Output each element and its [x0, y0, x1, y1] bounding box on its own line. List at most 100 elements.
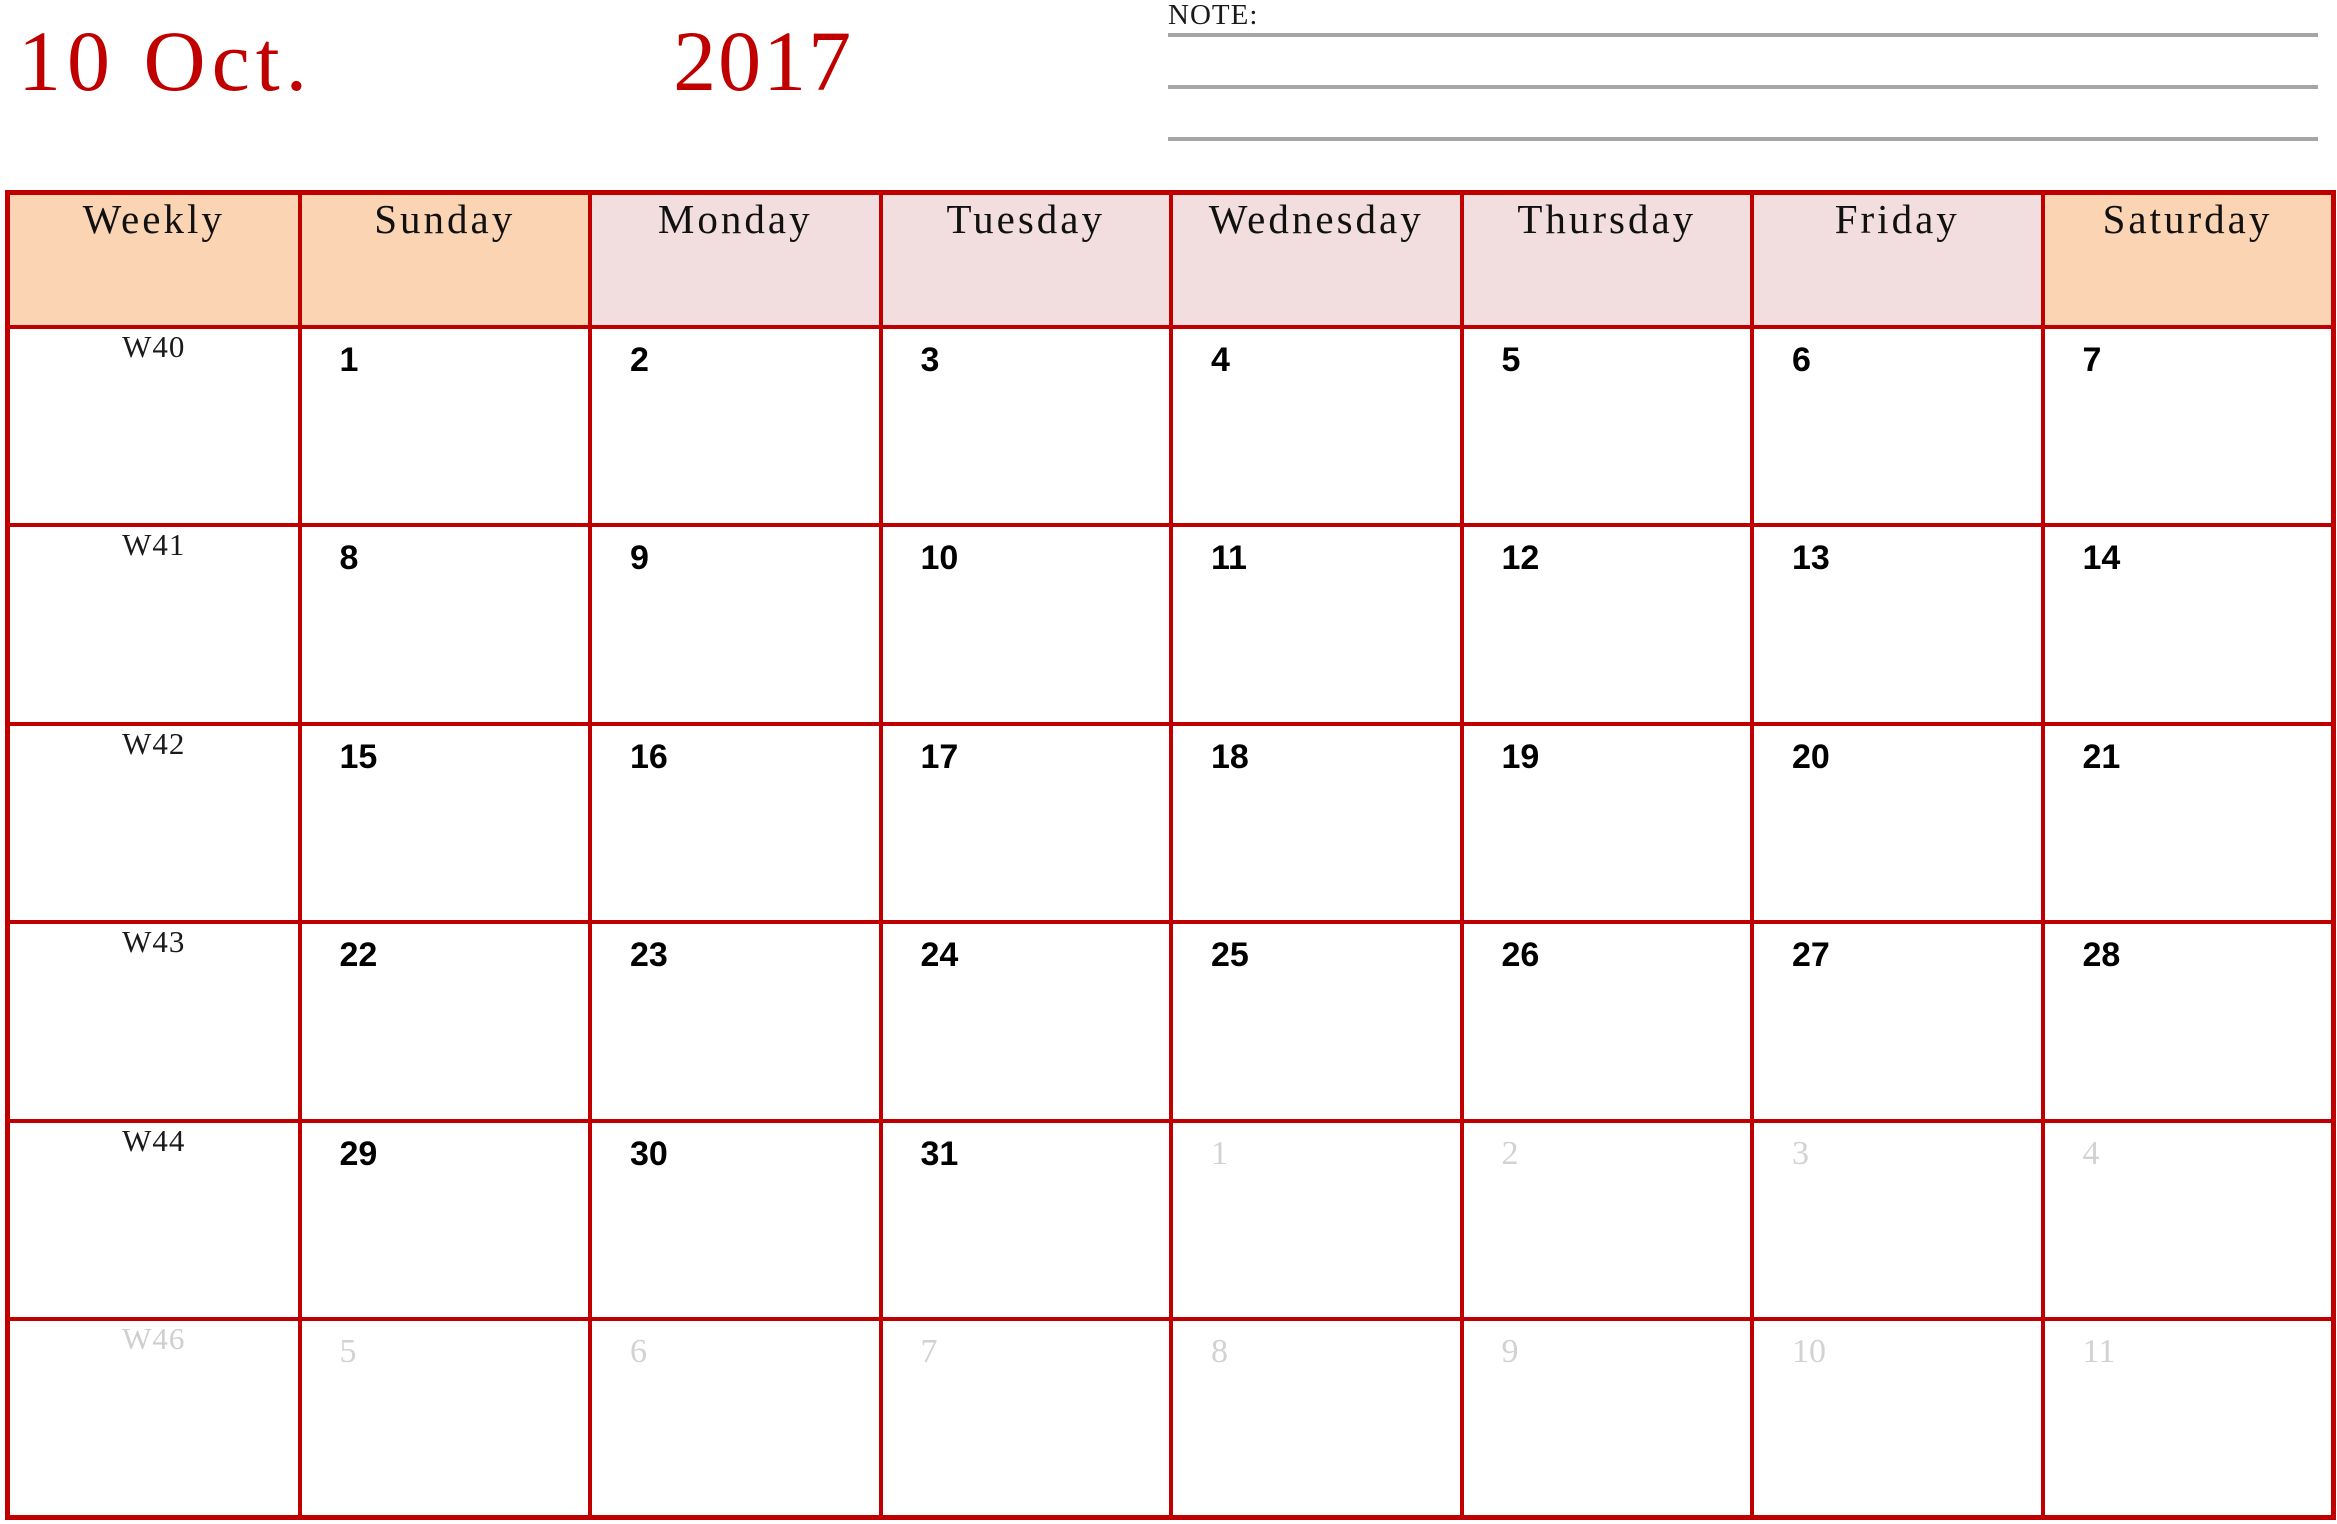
day-cell[interactable]: 23	[588, 920, 883, 1123]
week-number-cell: W41	[5, 523, 302, 726]
calendar-week-row: W42 15 16 17 18 19 20 21	[5, 721, 2335, 925]
day-number: 6	[1792, 341, 1811, 379]
day-cell[interactable]: 29	[297, 1118, 592, 1322]
day-cell[interactable]: 6	[1750, 324, 2045, 528]
day-number: 11	[1211, 539, 1247, 578]
day-cell[interactable]: 1	[297, 324, 592, 528]
day-cell[interactable]: 1	[1169, 1118, 1464, 1322]
day-number: 30	[630, 1134, 668, 1173]
day-cell[interactable]: 28	[2040, 920, 2335, 1123]
day-cell[interactable]: 7	[2040, 324, 2335, 528]
column-header-saturday: Saturday	[2040, 190, 2335, 329]
day-cell[interactable]: 27	[1750, 920, 2045, 1123]
day-number: 7	[920, 1333, 938, 1371]
day-cell[interactable]: 8	[1169, 1317, 1464, 1520]
day-number: 1	[339, 341, 359, 379]
day-cell[interactable]: 10	[878, 523, 1173, 726]
day-cell[interactable]: 10	[1750, 1317, 2045, 1520]
day-cell[interactable]: 3	[1750, 1118, 2045, 1322]
day-cell[interactable]: 26	[1459, 920, 1754, 1123]
column-header-monday: Monday	[588, 190, 883, 329]
note-rule-line[interactable]	[1168, 85, 2318, 89]
day-cell[interactable]: 13	[1750, 523, 2045, 726]
column-header-wednesday: Wednesday	[1169, 190, 1464, 329]
day-number: 4	[2082, 1134, 2100, 1172]
day-cell[interactable]: 14	[2040, 523, 2335, 726]
column-header-friday: Friday	[1750, 190, 2045, 329]
day-number: 12	[1501, 539, 1540, 578]
calendar-table-wrapper: Weekly Sunday Monday Tuesday Wednesday Thursd…	[5, 190, 2336, 1520]
day-number: 5	[339, 1333, 357, 1371]
day-number: 22	[339, 936, 378, 975]
day-cell[interactable]: 24	[878, 920, 1173, 1123]
note-area: NOTE:	[1168, 0, 2318, 160]
day-number: 17	[920, 737, 959, 776]
page-title-year: 2017	[673, 13, 854, 109]
day-cell[interactable]: 9	[1459, 1317, 1754, 1520]
day-cell[interactable]: 3	[878, 324, 1173, 528]
day-number: 20	[1792, 737, 1830, 776]
day-cell[interactable]: 15	[297, 721, 592, 925]
day-number: 9	[1501, 1333, 1519, 1371]
day-cell[interactable]: 17	[878, 721, 1173, 925]
calendar-week-row: W43 22 23 24 25 26 27 28	[5, 920, 2335, 1123]
calendar-body: W40 1 2 3 4 5 6 7 W41 8 9 10 11 12 13 14 W42 15 16 17 18 19 20…	[5, 324, 2335, 1520]
day-number: 29	[339, 1134, 378, 1173]
day-number: 5	[1501, 341, 1521, 379]
day-cell[interactable]: 2	[1459, 1118, 1754, 1322]
calendar-week-row: W44 29 30 31 1 2 3 4	[5, 1118, 2335, 1322]
note-rule-line[interactable]	[1168, 33, 2318, 37]
day-cell[interactable]: 9	[588, 523, 883, 726]
day-cell[interactable]: 11	[2040, 1317, 2335, 1520]
day-number: 3	[920, 341, 940, 379]
day-cell[interactable]: 2	[588, 324, 883, 528]
day-cell[interactable]: 22	[297, 920, 592, 1123]
day-number: 18	[1211, 737, 1249, 776]
day-number: 28	[2082, 936, 2121, 975]
day-number: 11	[2082, 1333, 2116, 1371]
calendar-header-row: Weekly Sunday Monday Tuesday Wednesday Thursd…	[5, 190, 2335, 329]
day-number: 1	[1211, 1134, 1228, 1172]
day-cell[interactable]: 16	[588, 721, 883, 925]
title-block: 10 Oct. 2017	[18, 6, 1148, 116]
day-cell[interactable]: 11	[1169, 523, 1464, 726]
day-cell[interactable]: 5	[1459, 324, 1754, 528]
day-number: 9	[630, 539, 649, 578]
column-header-sunday: Sunday	[297, 190, 592, 329]
calendar-table: Weekly Sunday Monday Tuesday Wednesday Thursd…	[5, 190, 2336, 1520]
day-cell[interactable]: 5	[297, 1317, 592, 1520]
day-cell[interactable]: 19	[1459, 721, 1754, 925]
day-number: 3	[1792, 1134, 1809, 1172]
day-number: 15	[339, 737, 378, 776]
day-number: 13	[1792, 539, 1830, 578]
calendar-week-row: W46 5 6 7 8 9 10 11	[5, 1317, 2335, 1520]
calendar-page: 10 Oct. 2017 NOTE: Weekly Sunday Monday Tue…	[0, 0, 2337, 1524]
page-title-month: 10 Oct.	[18, 13, 314, 109]
day-number: 26	[1501, 936, 1540, 975]
day-cell[interactable]: 4	[2040, 1118, 2335, 1322]
note-label: NOTE:	[1168, 0, 1259, 31]
day-cell[interactable]: 6	[588, 1317, 883, 1520]
day-number: 6	[630, 1333, 647, 1371]
day-cell[interactable]: 18	[1169, 721, 1464, 925]
day-cell[interactable]: 7	[878, 1317, 1173, 1520]
day-number: 7	[2082, 341, 2102, 379]
week-number-cell: W40	[5, 324, 302, 528]
calendar-week-row: W40 1 2 3 4 5 6 7	[5, 324, 2335, 528]
day-number: 2	[1501, 1134, 1519, 1172]
note-rule-line[interactable]	[1168, 137, 2318, 141]
day-number: 23	[630, 936, 668, 975]
day-cell[interactable]: 25	[1169, 920, 1464, 1123]
day-number: 19	[1501, 737, 1540, 776]
week-number-cell: W46	[5, 1317, 302, 1520]
day-cell[interactable]: 21	[2040, 721, 2335, 925]
page-header: 10 Oct. 2017 NOTE:	[0, 0, 2337, 190]
day-cell[interactable]: 31	[878, 1118, 1173, 1322]
day-cell[interactable]: 4	[1169, 324, 1464, 528]
day-cell[interactable]: 20	[1750, 721, 2045, 925]
day-cell[interactable]: 30	[588, 1118, 883, 1322]
day-cell[interactable]: 8	[297, 523, 592, 726]
day-cell[interactable]: 12	[1459, 523, 1754, 726]
column-header-weekly: Weekly	[5, 190, 302, 329]
week-number-cell: W42	[5, 721, 302, 925]
